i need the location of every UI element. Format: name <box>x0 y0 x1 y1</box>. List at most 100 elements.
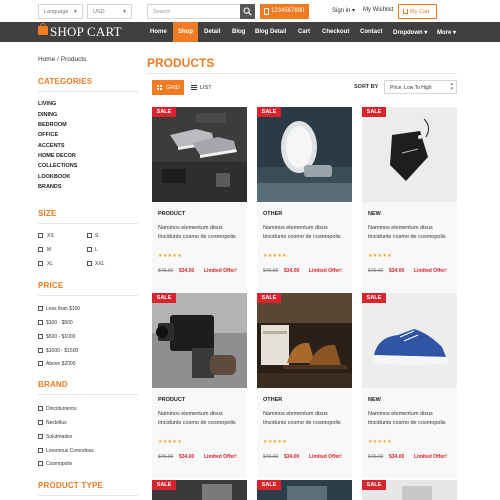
product-title[interactable]: Naminos elementum disus tincidunts cosmo… <box>158 224 244 241</box>
product-card[interactable]: SALE OTHER Naminos elementum disus tinci… <box>257 293 352 478</box>
category-link[interactable]: LIVING <box>38 101 56 107</box>
size-checkbox[interactable] <box>38 247 43 252</box>
nav-dropdown[interactable]: Dropdown ▾ <box>393 22 427 42</box>
product-title[interactable]: Naminos elementum disus tincidunts cosmo… <box>263 410 349 427</box>
phone-button[interactable]: 1234567890 <box>260 4 309 19</box>
nav-blog[interactable]: Blog <box>232 22 245 42</box>
brand-checkbox[interactable] <box>38 448 43 453</box>
grid-view-button[interactable]: GRID <box>152 80 184 95</box>
nav-more[interactable]: More ▾ <box>437 22 456 42</box>
sale-badge: SALE <box>152 107 176 117</box>
size-checkbox[interactable] <box>87 233 92 238</box>
product-card[interactable]: SALE OTHER Naminos elementum disus tinci… <box>257 107 352 292</box>
price-label: $100 - $500 <box>46 320 73 326</box>
currency-select[interactable]: USD ▼ <box>87 4 132 19</box>
rating-stars: ★★★★★ <box>368 439 392 445</box>
sale-price: $34.00 <box>284 454 300 460</box>
category-link[interactable]: COLLECTIONS <box>38 163 77 169</box>
categories-title: CATEGORIES <box>38 77 93 86</box>
brand-title: BRAND <box>38 380 68 389</box>
nav-contact[interactable]: Contact <box>360 22 382 42</box>
category-link[interactable]: BRANDS <box>38 184 62 190</box>
old-price: $45.00 <box>263 268 279 274</box>
nav-cart[interactable]: Cart <box>298 22 310 42</box>
category-link[interactable]: OFFICE <box>38 132 58 138</box>
language-select[interactable]: Language ▼ <box>38 4 83 19</box>
nav-checkout[interactable]: Checkout <box>322 22 349 42</box>
product-title[interactable]: Naminos elementum disus tincidunts cosmo… <box>158 410 244 427</box>
product-title[interactable]: Naminos elementum disus tincidunts cosmo… <box>368 224 454 241</box>
signin-link[interactable]: Sign in ▾ <box>332 7 355 14</box>
product-category: NEW <box>368 397 381 403</box>
product-title[interactable]: Naminos elementum disus tincidunts cosmo… <box>263 224 349 241</box>
product-card[interactable]: SALE NEW Naminos elementum disus tincidu… <box>362 107 457 292</box>
sale-price: $34.00 <box>284 268 300 274</box>
sale-badge: SALE <box>257 107 281 117</box>
my-cart-button[interactable]: My Cart <box>398 4 437 19</box>
product-card[interactable]: SALE PRODUCT Naminos elementum disus tin… <box>152 107 247 292</box>
product-image-sneaker[interactable] <box>362 293 457 388</box>
chevron-down-icon: ▼ <box>73 9 78 15</box>
product-title[interactable]: Naminos elementum disus tincidunts cosmo… <box>368 410 454 427</box>
top-bar: Language ▼ USD ▼ Search 1234567890 Sign … <box>0 0 500 22</box>
sale-price: $34.00 <box>179 268 195 274</box>
rating-stars: ★★★★★ <box>263 253 287 259</box>
site-logo[interactable]: SHOP CART <box>50 24 122 40</box>
product-image-lamp[interactable] <box>257 107 352 202</box>
price-label: Above $2000 <box>46 361 76 367</box>
price-checkbox[interactable] <box>38 334 43 339</box>
search-button[interactable] <box>240 4 255 19</box>
size-checkbox[interactable] <box>38 261 43 266</box>
size-checkbox[interactable] <box>87 261 92 266</box>
product-category: OTHER <box>263 397 283 403</box>
nav-home[interactable]: Home <box>150 22 167 42</box>
phone-number: 1234567890 <box>271 8 305 14</box>
category-link[interactable]: ACCENTS <box>38 143 65 149</box>
category-link[interactable]: DINING <box>38 112 57 118</box>
price-checkbox[interactable] <box>38 361 43 366</box>
size-label: S <box>95 233 99 239</box>
size-checkbox[interactable] <box>38 233 43 238</box>
product-image-tag[interactable] <box>362 107 457 202</box>
size-checkbox[interactable] <box>87 247 92 252</box>
search-input[interactable]: Search <box>147 4 255 19</box>
wishlist-link[interactable]: My Wishlist <box>363 7 393 13</box>
page-title: PRODUCTS <box>147 56 215 70</box>
old-price: $45.00 <box>368 454 384 460</box>
breadcrumb[interactable]: Home / Products <box>38 56 86 63</box>
brand-checkbox[interactable] <box>38 434 43 439</box>
rating-stars: ★★★★★ <box>158 253 182 259</box>
product-image-camera[interactable] <box>152 293 247 388</box>
brand-label: Nectellus <box>46 420 67 426</box>
brand-checkbox[interactable] <box>38 461 43 466</box>
sort-select[interactable]: Price, Low To High ▴ ▾ <box>384 80 457 94</box>
product-image-shoes[interactable] <box>152 107 247 202</box>
product-card[interactable]: SALE <box>152 480 247 500</box>
category-link[interactable]: LOOKBOOK <box>38 174 70 180</box>
product-card[interactable]: SALE <box>257 480 352 500</box>
limited-offer-label: Limited Offer! <box>414 268 447 274</box>
list-view-button[interactable]: LIST <box>186 80 216 95</box>
category-link[interactable]: BEDROOM <box>38 122 67 128</box>
nav-shop[interactable]: Shop <box>173 22 198 42</box>
category-link[interactable]: HOME DECOR <box>38 153 76 159</box>
product-card[interactable]: SALE <box>362 480 457 500</box>
price-checkbox[interactable] <box>38 306 43 311</box>
price-checkbox[interactable] <box>38 348 43 353</box>
brand-label: Cosmopolis <box>46 461 73 467</box>
divider <box>38 91 138 92</box>
price-checkbox[interactable] <box>38 320 43 325</box>
list-label: LIST <box>200 85 212 91</box>
product-card[interactable]: SALE PRODUCT Naminos elementum disus tin… <box>152 293 247 478</box>
nav-blog-detail[interactable]: Blog Detail <box>255 22 286 42</box>
nav-detail[interactable]: Detail <box>204 22 220 42</box>
shopping-bag-icon <box>38 23 48 35</box>
divider <box>38 394 138 395</box>
product-card[interactable]: SALE NEW Naminos elementum disus tincidu… <box>362 293 457 478</box>
brand-checkbox[interactable] <box>38 406 43 411</box>
sale-price: $34.00 <box>179 454 195 460</box>
brand-checkbox[interactable] <box>38 420 43 425</box>
old-price: $45.00 <box>263 454 279 460</box>
product-image-leather-shoes[interactable] <box>257 293 352 388</box>
size-label: L <box>95 247 98 253</box>
